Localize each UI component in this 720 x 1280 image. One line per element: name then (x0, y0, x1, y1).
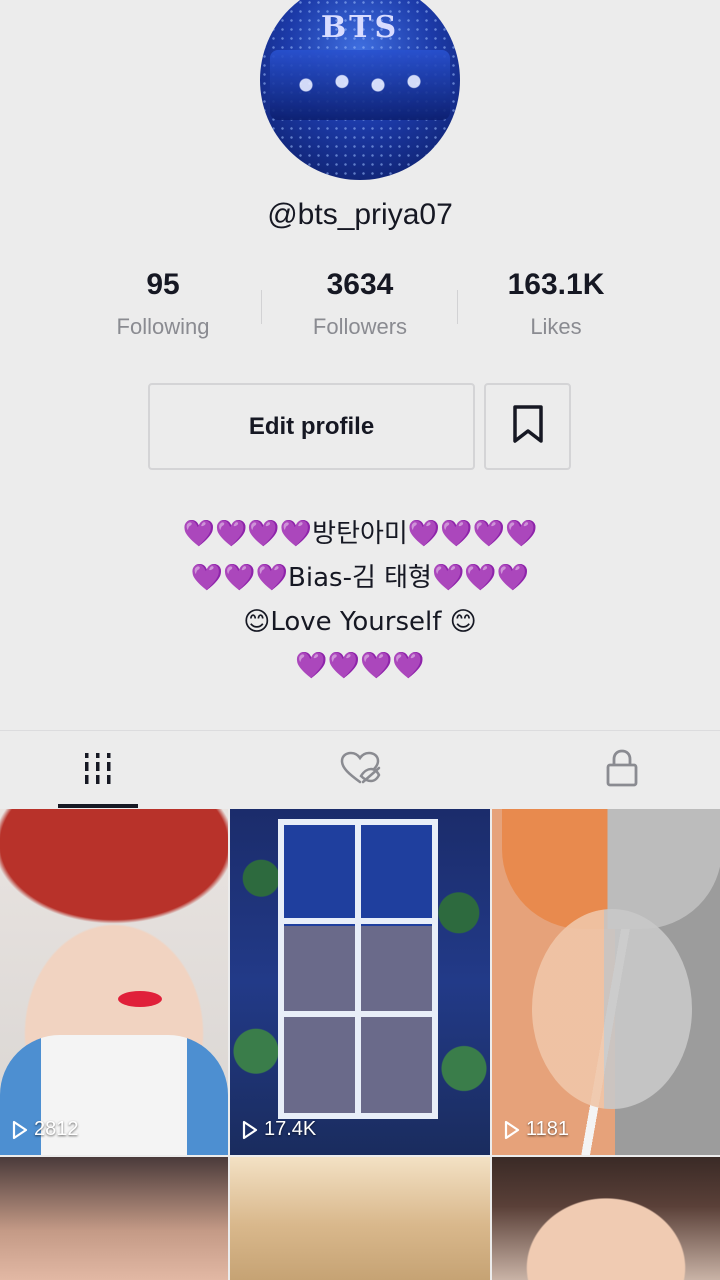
bio: 💜💜💜💜방탄아미💜💜💜💜 💜💜💜Bias-김 태형💜💜💜 😊Love Yours… (0, 512, 720, 688)
view-count-value: 17.4K (264, 1118, 317, 1140)
grid-icon (82, 751, 114, 790)
play-icon (12, 1120, 28, 1139)
video-thumbnail[interactable] (230, 1157, 490, 1280)
stat-following[interactable]: 95 Following (63, 268, 263, 340)
thumbnail-art (118, 991, 162, 1007)
followers-label: Followers (312, 314, 408, 339)
thumbnail-art (278, 819, 438, 1119)
followers-count: 3634 (326, 268, 394, 301)
video-thumbnail[interactable] (492, 1157, 720, 1280)
bio-line: 💜💜💜💜 (295, 651, 425, 681)
stat-followers[interactable]: 3634 Followers (260, 268, 460, 340)
play-icon (242, 1120, 258, 1139)
video-thumbnail[interactable] (0, 1157, 228, 1280)
active-tab-indicator (58, 804, 138, 808)
avatar[interactable]: BTS (260, 0, 460, 180)
edit-profile-label: Edit profile (248, 412, 375, 440)
stat-likes[interactable]: 163.1K Likes (456, 268, 656, 340)
view-count-value: 2812 (34, 1118, 79, 1140)
view-count-value: 1181 (526, 1118, 570, 1140)
view-count: 1181 (504, 1118, 569, 1141)
content-tabs (0, 730, 720, 808)
following-label: Following (116, 314, 210, 339)
favorites-button[interactable] (484, 383, 571, 470)
edit-profile-button[interactable]: Edit profile (148, 383, 475, 470)
view-count: 2812 (12, 1118, 79, 1141)
video-grid: 2812 17.4K 1181 (0, 809, 720, 1280)
bio-line: 😊Love Yourself 😊 (243, 607, 477, 637)
avatar-stage-photo (270, 50, 450, 120)
tab-liked[interactable] (320, 731, 400, 809)
following-count: 95 (146, 268, 180, 301)
avatar-logo-text: BTS (320, 10, 400, 45)
liked-hidden-icon (339, 750, 381, 791)
username: @bts_priya07 (267, 198, 453, 231)
bio-line: 💜💜💜💜방탄아미💜💜💜💜 (182, 519, 538, 549)
view-count: 17.4K (242, 1118, 316, 1141)
profile-page: BTS @bts_priya07 95 Following 3634 Follo… (0, 0, 720, 1280)
tab-videos[interactable] (58, 731, 138, 809)
bio-line: 💜💜💜Bias-김 태형💜💜💜 (190, 563, 530, 593)
bookmark-icon (511, 404, 545, 449)
lock-icon (605, 748, 639, 793)
play-icon (504, 1120, 520, 1139)
thumbnail-art (532, 909, 692, 1109)
likes-count: 163.1K (507, 268, 605, 301)
tab-private[interactable] (582, 731, 662, 809)
stats-row: 95 Following 3634 Followers 163.1K Likes (0, 268, 720, 358)
video-thumbnail[interactable]: 17.4K (230, 809, 490, 1155)
likes-label: Likes (530, 314, 582, 339)
video-thumbnail[interactable]: 2812 (0, 809, 228, 1155)
video-thumbnail[interactable]: 1181 (492, 809, 720, 1155)
